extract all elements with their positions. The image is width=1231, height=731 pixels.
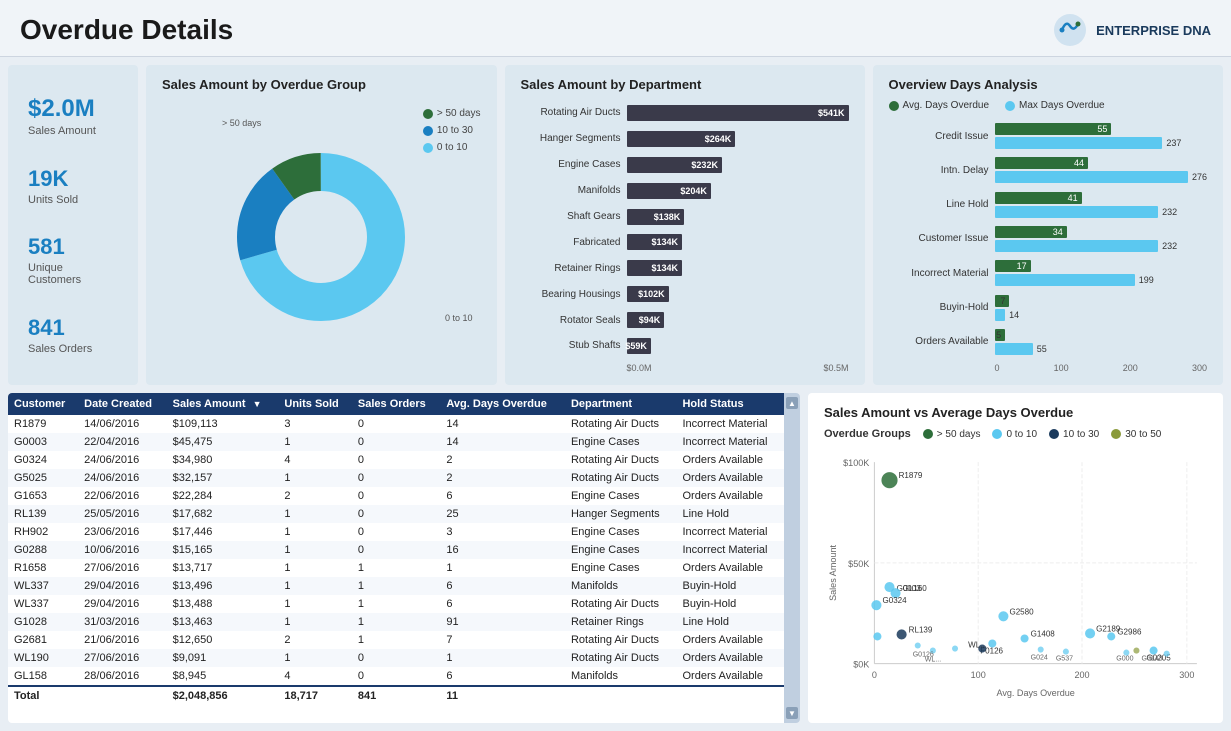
col-customer[interactable]: Customer [8, 393, 78, 415]
svg-text:Sales Amount: Sales Amount [828, 545, 838, 601]
logo-icon [1052, 12, 1088, 48]
scroll-down-button[interactable]: ▼ [786, 707, 798, 719]
list-item: Retainer Rings $134K [521, 260, 849, 276]
kpi-sales-amount: $2.0M Sales Amount [28, 95, 118, 137]
list-item: Rotating Air Ducts $541K [521, 105, 849, 121]
kpi-orders-value: 841 [28, 315, 118, 341]
dept-axis: $0.0M $0.5M [521, 363, 849, 373]
overview-axis: 0 100 200 300 [889, 363, 1208, 373]
svg-text:RL139: RL139 [909, 625, 933, 634]
svg-text:G024: G024 [1031, 655, 1048, 662]
kpi-sales-orders: 841 Sales Orders [28, 315, 118, 355]
table-row: R165827/06/2016$13,717111Engine CasesOrd… [8, 559, 784, 577]
overview-bars: Credit Issue 55 237 Intn. Delay [889, 119, 1208, 359]
scatter-panel: Sales Amount vs Average Days Overdue Ove… [808, 393, 1223, 723]
svg-text:WL...: WL... [925, 657, 941, 664]
scatter-area: $100K $50K $0K 0 100 200 300 Sales Amoun… [824, 448, 1207, 713]
list-item: Stub Shafts $59K [521, 338, 849, 354]
donut-legend: > 50 days 10 to 30 0 to 10 [423, 108, 481, 153]
table-row: RH90223/06/2016$17,446103Engine CasesInc… [8, 523, 784, 541]
table-row: G268121/06/2016$12,650217Rotating Air Du… [8, 631, 784, 649]
svg-text:200: 200 [1074, 670, 1089, 680]
table-row: G502524/06/2016$32,157102Rotating Air Du… [8, 469, 784, 487]
dept-bars: Rotating Air Ducts $541K Hanger Segments… [521, 100, 849, 359]
scatter-chart-svg: $100K $50K $0K 0 100 200 300 Sales Amoun… [824, 448, 1207, 708]
svg-text:$50K: $50K [848, 559, 869, 569]
svg-text:G000: G000 [1116, 656, 1133, 663]
page-title: Overdue Details [20, 14, 233, 46]
svg-text:G2986: G2986 [1117, 627, 1142, 636]
list-item: Shaft Gears $138K [521, 209, 849, 225]
kpi-sales-value: $2.0M [28, 95, 118, 123]
overview-title: Overview Days Analysis [889, 77, 1208, 92]
svg-text:G3143: G3143 [1141, 656, 1162, 663]
kpi-orders-label: Sales Orders [28, 343, 118, 355]
scatter-legend-label: Overdue Groups [824, 428, 911, 440]
svg-text:G1408: G1408 [1031, 629, 1056, 638]
table-row: G165322/06/2016$22,284206Engine CasesOrd… [8, 487, 784, 505]
list-item: Fabricated $134K [521, 234, 849, 250]
kpi-panel: $2.0M Sales Amount 19K Units Sold 581 Un… [8, 65, 138, 385]
list-item: Bearing Housings $102K [521, 286, 849, 302]
kpi-units-sold: 19K Units Sold [28, 166, 118, 206]
col-orders[interactable]: Sales Orders [352, 393, 440, 415]
col-dept[interactable]: Department [565, 393, 677, 415]
svg-text:0: 0 [872, 670, 877, 680]
table-row: WL33729/04/2016$13,496116ManifoldsBuyin-… [8, 577, 784, 595]
table-row: G028810/06/2016$15,1651016Engine CasesIn… [8, 541, 784, 559]
svg-text:GL160: GL160 [903, 584, 928, 593]
table-row: G032424/06/2016$34,980402Rotating Air Du… [8, 451, 784, 469]
col-units[interactable]: Units Sold [278, 393, 352, 415]
logo-area: ENTERPRISE DNA [1052, 12, 1211, 48]
kpi-unique-customers: 581 Unique Customers [28, 234, 118, 286]
list-item: Engine Cases $232K [521, 157, 849, 173]
col-date[interactable]: Date Created [78, 393, 166, 415]
table-row: WL33729/04/2016$13,488116Rotating Air Du… [8, 595, 784, 613]
overview-panel: Overview Days Analysis Avg. Days Overdue… [873, 65, 1224, 385]
kpi-customers-label: Unique Customers [28, 262, 118, 286]
col-avgdays[interactable]: Avg. Days Overdue [440, 393, 565, 415]
data-table: Customer Date Created Sales Amount ▼ Uni… [8, 393, 784, 705]
scroll-up-button[interactable]: ▲ [786, 397, 798, 409]
list-item: Rotator Seals $94K [521, 312, 849, 328]
list-item: Manifolds $204K [521, 183, 849, 199]
donut-chart [231, 147, 411, 327]
table-row: GL15828/06/2016$8,945406ManifoldsOrders … [8, 667, 784, 686]
svg-text:300: 300 [1179, 670, 1194, 680]
svg-text:G0324: G0324 [882, 596, 907, 605]
donut-panel: Sales Amount by Overdue Group > 50 days … [146, 65, 497, 385]
table-panel: Customer Date Created Sales Amount ▼ Uni… [8, 393, 800, 723]
table-row: WL19027/06/2016$9,091101Rotating Air Duc… [8, 649, 784, 667]
scroll-bar[interactable]: ▲ ▼ [784, 393, 800, 723]
kpi-customers-value: 581 [28, 234, 118, 260]
table-row: G000322/04/2016$45,4751014Engine CasesIn… [8, 433, 784, 451]
dept-panel: Sales Amount by Department Rotating Air … [505, 65, 865, 385]
header: Overdue Details ENTERPRISE DNA [0, 0, 1231, 57]
svg-text:100: 100 [971, 670, 986, 680]
svg-text:Avg. Days Overdue: Avg. Days Overdue [996, 688, 1074, 698]
svg-text:$100K: $100K [843, 458, 869, 468]
kpi-units-value: 19K [28, 166, 118, 192]
donut-title: Sales Amount by Overdue Group [162, 77, 481, 92]
table-row: R187914/06/2016$109,1133014Rotating Air … [8, 415, 784, 433]
logo-text: ENTERPRISE DNA [1096, 23, 1211, 38]
kpi-units-label: Units Sold [28, 194, 118, 206]
overview-legend: Avg. Days Overdue Max Days Overdue [889, 100, 1208, 111]
svg-text:G537: G537 [1056, 656, 1073, 663]
svg-text:R1879: R1879 [899, 471, 923, 480]
list-item: Hanger Segments $264K [521, 131, 849, 147]
scatter-title: Sales Amount vs Average Days Overdue [824, 405, 1207, 420]
table-total-row: Total$2,048,85618,71784111 [8, 686, 784, 705]
table-row: RL13925/05/2016$17,6821025Hanger Segment… [8, 505, 784, 523]
table-row: G102831/03/2016$13,4631191Retainer Rings… [8, 613, 784, 631]
svg-text:$0K: $0K [853, 660, 869, 670]
kpi-sales-label: Sales Amount [28, 125, 118, 137]
col-amount[interactable]: Sales Amount ▼ [167, 393, 279, 415]
svg-text:WL...: WL... [968, 641, 987, 650]
col-hold[interactable]: Hold Status [676, 393, 784, 415]
scatter-legend: Overdue Groups > 50 days 0 to 10 10 to 3… [824, 428, 1207, 440]
svg-text:G2580: G2580 [1009, 607, 1034, 616]
dept-chart-title: Sales Amount by Department [521, 77, 849, 92]
